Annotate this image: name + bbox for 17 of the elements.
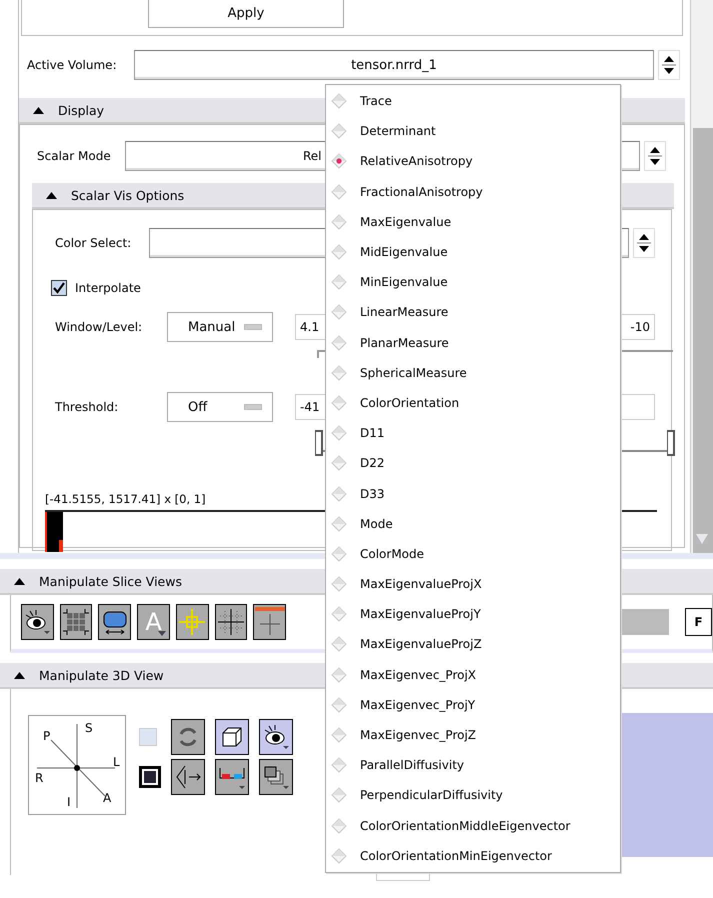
checkbox-label: Interpolate [75, 281, 141, 295]
section-title: Display [58, 102, 104, 118]
axis-label: P [43, 730, 50, 742]
section-title: Manipulate Slice Views [39, 574, 182, 588]
histogram-range: [-41.5155, 1517.41] x [0, 1] [45, 492, 206, 506]
section-title: Scalar Vis Options [71, 188, 184, 202]
field-label: Scalar Mode [37, 149, 112, 163]
field-label: Threshold: [55, 400, 120, 414]
section-title: Manipulate 3D View [39, 668, 164, 682]
field-label: Active Volume: [27, 58, 118, 72]
axis-label: S [85, 722, 93, 734]
axis-label: R [35, 772, 44, 784]
field-label: Window/Level: [55, 320, 144, 334]
axis-label: L [113, 756, 120, 768]
field-label: Color Select: [55, 236, 132, 250]
axis-label: I [67, 796, 71, 808]
axis-label: A [103, 792, 112, 804]
